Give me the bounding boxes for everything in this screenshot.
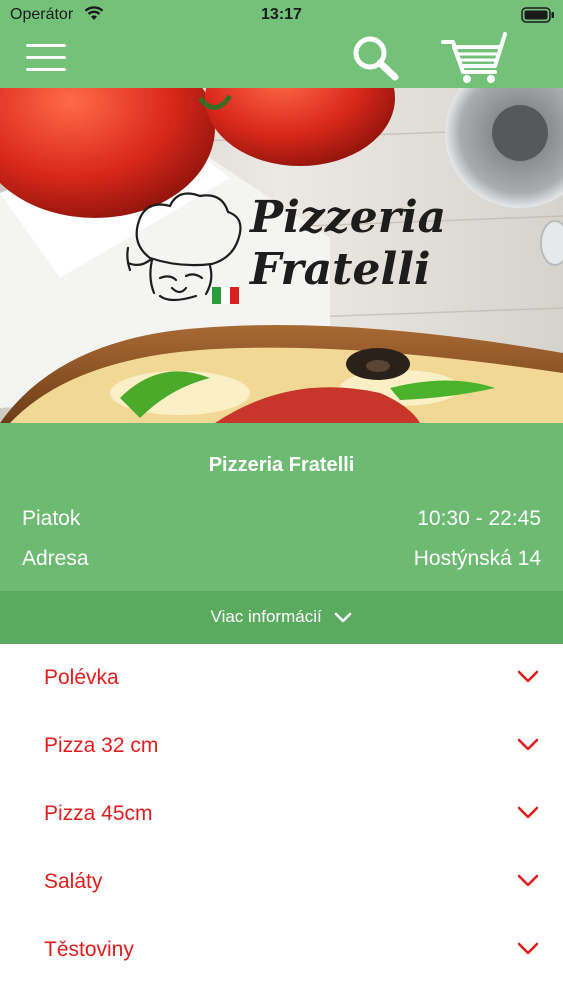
chevron-down-icon	[517, 942, 539, 955]
logo-line-1: Pizzeria	[250, 192, 447, 243]
category-label: Pizza 45cm	[44, 802, 153, 825]
cart-icon[interactable]	[441, 32, 509, 86]
category-item-testoviny[interactable]: Těstoviny	[0, 916, 563, 984]
category-list: Polévka Pizza 32 cm Pizza 45cm Saláty Tě…	[0, 644, 563, 984]
restaurant-info-panel: Pizzeria Fratelli Piatok 10:30 - 22:45 A…	[0, 423, 563, 591]
address-label: Adresa	[22, 547, 89, 570]
more-info-label: Viac informácií	[210, 607, 322, 626]
chevron-down-icon	[517, 738, 539, 751]
italian-flag-icon	[212, 287, 239, 304]
hero-banner: Pizzeria Fratelli	[0, 88, 563, 423]
category-label: Saláty	[44, 870, 103, 893]
battery-icon	[521, 7, 554, 23]
chevron-down-icon	[335, 612, 352, 622]
logo-line-2: Fratelli	[250, 244, 431, 295]
logo-text: Pizzeria Fratelli	[250, 196, 446, 292]
chevron-down-icon	[517, 670, 539, 683]
category-item-pizza-32[interactable]: Pizza 32 cm	[0, 712, 563, 780]
status-bar: Operátor 13:17	[0, 0, 563, 30]
opening-hours-label: Piatok	[22, 507, 81, 530]
search-icon[interactable]	[349, 34, 401, 82]
category-label: Pizza 32 cm	[44, 734, 159, 757]
restaurant-name: Pizzeria Fratelli	[208, 454, 355, 476]
address-value: Hostýnská 14	[413, 547, 541, 570]
status-time: 13:17	[261, 6, 302, 23]
category-label: Těstoviny	[44, 938, 134, 961]
chevron-down-icon	[517, 874, 539, 887]
more-info-button[interactable]: Viac informácií	[0, 591, 563, 644]
category-item-pizza-45[interactable]: Pizza 45cm	[0, 780, 563, 848]
category-item-polevka[interactable]: Polévka	[0, 644, 563, 712]
chevron-down-icon	[517, 806, 539, 819]
hamburger-icon[interactable]	[26, 42, 68, 76]
category-label: Polévka	[44, 666, 119, 689]
opening-hours-value: 10:30 - 22:45	[417, 507, 541, 530]
category-item-salaty[interactable]: Saláty	[0, 848, 563, 916]
top-nav-bar	[0, 30, 563, 88]
